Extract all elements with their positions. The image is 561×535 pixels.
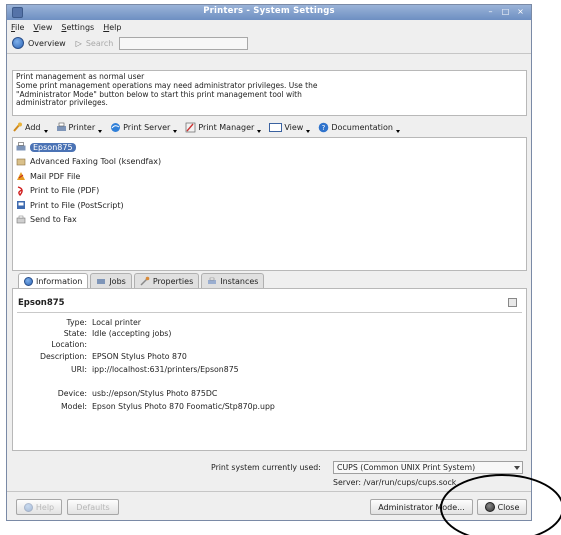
- minimize-icon[interactable]: –: [485, 7, 496, 17]
- notice-line: administrator privileges.: [16, 98, 108, 108]
- fax-icon: [16, 215, 26, 224]
- print-server-icon: [111, 122, 121, 132]
- mail-pdf-icon: [17, 172, 25, 181]
- printer-menu-button[interactable]: Printer: [56, 122, 103, 133]
- print-system-label: Print system currently used:: [211, 463, 321, 472]
- tab-information[interactable]: Information: [18, 273, 89, 289]
- overview-icon[interactable]: [12, 37, 24, 49]
- list-item[interactable]: Advanced Faxing Tool (ksendfax): [13, 155, 526, 170]
- printer-icon: [56, 122, 66, 131]
- print-system-select[interactable]: CUPS (Common UNIX Print System): [333, 461, 523, 474]
- documentation-button[interactable]: ? Documentation: [318, 122, 400, 133]
- svg-text:?: ?: [322, 124, 326, 132]
- help-button[interactable]: Help: [16, 499, 62, 515]
- list-item[interactable]: Mail PDF File: [13, 169, 526, 184]
- window-title: Printers - System Settings: [203, 6, 335, 16]
- close-window-icon[interactable]: ×: [515, 7, 526, 17]
- menu-settings[interactable]: Settings: [61, 23, 94, 32]
- printer-icon: [16, 142, 26, 151]
- tab-properties[interactable]: Properties: [133, 273, 200, 288]
- list-item[interactable]: Print to File (PDF): [13, 184, 526, 199]
- search-label: Search: [85, 38, 114, 48]
- tab-instances[interactable]: Instances: [201, 273, 265, 288]
- pdf-file-icon: [17, 186, 23, 196]
- add-button[interactable]: Add: [12, 122, 48, 133]
- help-icon: ?: [319, 122, 329, 132]
- printer-small-icon: [508, 298, 517, 307]
- list-item[interactable]: Print to File (PostScript): [13, 198, 526, 213]
- divider: [7, 53, 531, 54]
- list-item[interactable]: Send to Fax: [13, 213, 526, 228]
- view-menu-button[interactable]: View: [269, 122, 311, 133]
- view-icon: [269, 122, 283, 132]
- chevron-down-icon: [514, 466, 520, 470]
- print-manager-button[interactable]: Print Manager: [185, 122, 262, 133]
- navigation-bar: Overview ▷ Search: [7, 34, 531, 52]
- print-manager-icon: [185, 122, 196, 132]
- printer-name: Epson875: [18, 298, 65, 308]
- add-icon: [13, 122, 22, 132]
- maximize-icon[interactable]: □: [500, 7, 511, 17]
- printer-toolbar: Add Printer Print Server Print Manager V…: [12, 119, 400, 135]
- list-item[interactable]: Epson875: [13, 140, 526, 155]
- overview-button[interactable]: Overview: [28, 39, 66, 48]
- server-info: Server: /var/run/cups/cups.sock: [333, 478, 457, 487]
- postscript-file-icon: [17, 201, 25, 210]
- properties-icon: [140, 276, 150, 286]
- information-icon: [24, 277, 33, 286]
- title-bar[interactable]: Printers - System Settings – □ ×: [7, 5, 531, 20]
- menu-bar: File View Settings Help: [7, 20, 531, 34]
- search-input[interactable]: [119, 36, 249, 50]
- fax-tool-icon: [16, 158, 26, 166]
- admin-notice: Print management as normal user Some pri…: [12, 70, 527, 116]
- printer-list[interactable]: Epson875 Advanced Faxing Tool (ksendfax)…: [12, 137, 527, 271]
- print-server-button[interactable]: Print Server: [110, 122, 178, 133]
- defaults-button[interactable]: Defaults: [67, 499, 119, 515]
- printers-window: Printers - System Settings – □ × File Vi…: [6, 4, 532, 521]
- instances-icon: [208, 277, 217, 284]
- tab-jobs[interactable]: Jobs: [90, 273, 132, 288]
- help-icon: [23, 502, 33, 512]
- menu-view[interactable]: View: [33, 23, 52, 32]
- highlight-ellipse: [440, 474, 561, 535]
- jobs-icon: [97, 279, 106, 284]
- menu-file[interactable]: File: [11, 23, 24, 32]
- search-arrow-icon: ▷: [75, 38, 82, 48]
- detail-tabs: Information Jobs Properties Instances: [18, 273, 265, 289]
- information-panel: Epson875 Type: Local printer State: Idle (…: [12, 288, 527, 451]
- menu-help[interactable]: Help: [103, 23, 121, 32]
